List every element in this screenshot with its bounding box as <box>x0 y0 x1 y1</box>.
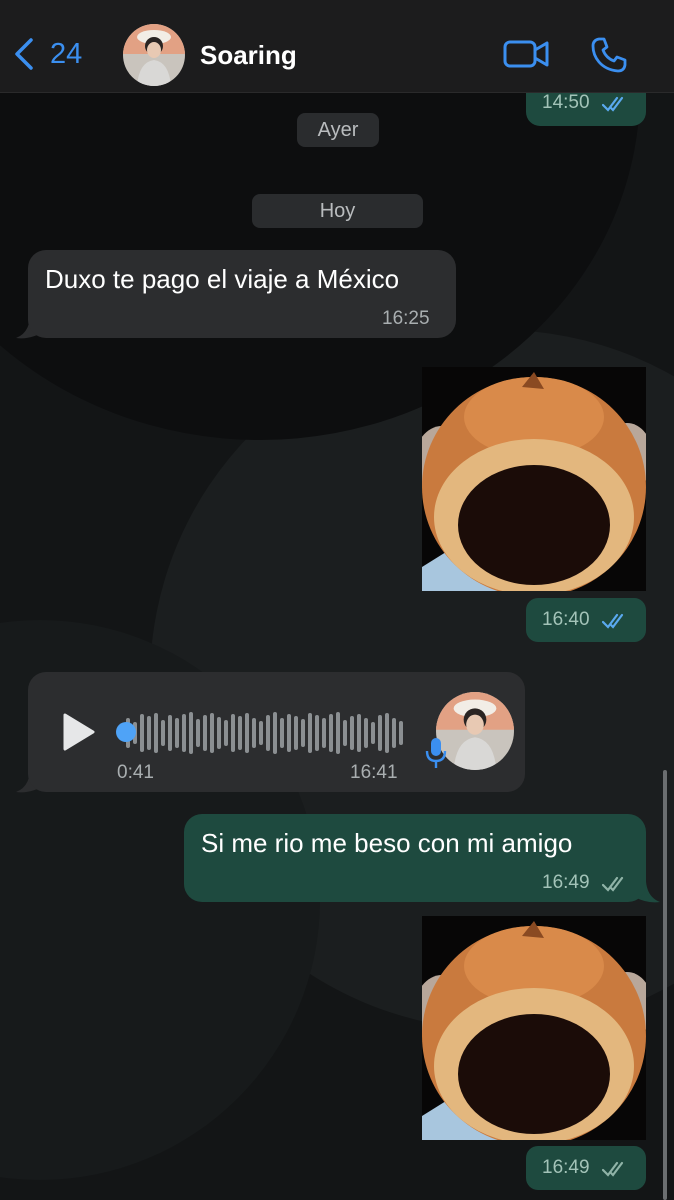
waveform-bar <box>399 721 403 745</box>
message-text: Si me rio me beso con mi amigo <box>201 828 573 858</box>
voice-duration: 0:41 <box>117 762 154 783</box>
waveform-bar <box>280 718 284 748</box>
sticker-image[interactable] <box>422 916 646 1140</box>
voice-waveform[interactable] <box>126 708 403 758</box>
outgoing-message-bubble[interactable]: Si me rio me beso con mi amigo 16:49 <box>184 814 646 902</box>
waveform-bar <box>238 716 242 750</box>
contact-name[interactable]: Soaring <box>200 40 297 71</box>
message-time: 16:49 <box>542 1157 590 1178</box>
waveform-bar <box>182 714 186 752</box>
waveform-bar <box>266 715 270 751</box>
sticker-time-bubble: 16:40 <box>526 598 646 642</box>
waveform-bar <box>301 719 305 747</box>
waveform-bar <box>140 714 144 752</box>
waveform-bar <box>392 718 396 748</box>
chat-header: 24 Soaring <box>0 0 674 93</box>
waveform-bar <box>224 720 228 746</box>
waveform-bar <box>168 715 172 751</box>
message-time: 16:25 <box>382 308 430 329</box>
date-separator-yesterday: Ayer <box>297 113 379 147</box>
waveform-bar <box>336 712 340 754</box>
message-time: 16:41 <box>350 762 398 783</box>
waveform-bar <box>385 713 389 753</box>
microphone-icon <box>425 738 447 768</box>
waveform-bar <box>294 716 298 750</box>
waveform-bar <box>252 718 256 748</box>
waveform-bar <box>357 714 361 752</box>
incoming-message-bubble[interactable]: Duxo te pago el viaje a México 16:25 <box>28 250 456 338</box>
sticker-image[interactable] <box>422 367 646 591</box>
waveform-bar <box>161 720 165 746</box>
waveform-bar <box>350 716 354 750</box>
message-time: 14:50 <box>542 92 590 113</box>
play-icon[interactable] <box>62 712 96 752</box>
waveform-bar <box>147 716 151 750</box>
double-check-icon <box>602 1161 624 1177</box>
playback-scrubber[interactable] <box>116 722 136 742</box>
waveform-bar <box>315 715 319 751</box>
double-check-icon <box>602 876 624 892</box>
waveform-bar <box>273 712 277 754</box>
voice-note-bubble[interactable]: 0:41 16:41 <box>28 672 525 792</box>
date-separator-today: Hoy <box>252 194 423 228</box>
waveform-bar <box>189 712 193 754</box>
waveform-bar <box>343 720 347 746</box>
phone-icon[interactable] <box>590 36 628 74</box>
waveform-bar <box>245 713 249 753</box>
contact-avatar[interactable] <box>123 24 185 86</box>
chevron-left-icon <box>15 38 33 70</box>
message-time: 16:49 <box>542 872 590 893</box>
waveform-bar <box>364 718 368 748</box>
waveform-bar <box>231 714 235 752</box>
waveform-bar <box>371 722 375 744</box>
waveform-bar <box>287 714 291 752</box>
back-button[interactable]: 24 <box>12 36 82 72</box>
waveform-bar <box>259 721 263 745</box>
waveform-bar <box>196 719 200 747</box>
waveform-bar <box>175 718 179 748</box>
waveform-bar <box>308 713 312 753</box>
message-time: 16:40 <box>542 609 590 630</box>
double-check-icon <box>602 96 624 112</box>
waveform-bar <box>378 715 382 751</box>
waveform-bar <box>203 715 207 751</box>
video-camera-icon[interactable] <box>503 38 549 70</box>
double-check-icon <box>602 613 624 629</box>
waveform-bar <box>322 718 326 748</box>
message-text: Duxo te pago el viaje a México <box>45 264 400 294</box>
sticker-time-bubble: 16:49 <box>526 1146 646 1190</box>
waveform-bar <box>329 714 333 752</box>
waveform-bar <box>210 713 214 753</box>
scrollbar[interactable] <box>663 770 667 1200</box>
unread-count: 24 <box>50 37 83 70</box>
waveform-bar <box>217 717 221 749</box>
waveform-bar <box>154 713 158 753</box>
